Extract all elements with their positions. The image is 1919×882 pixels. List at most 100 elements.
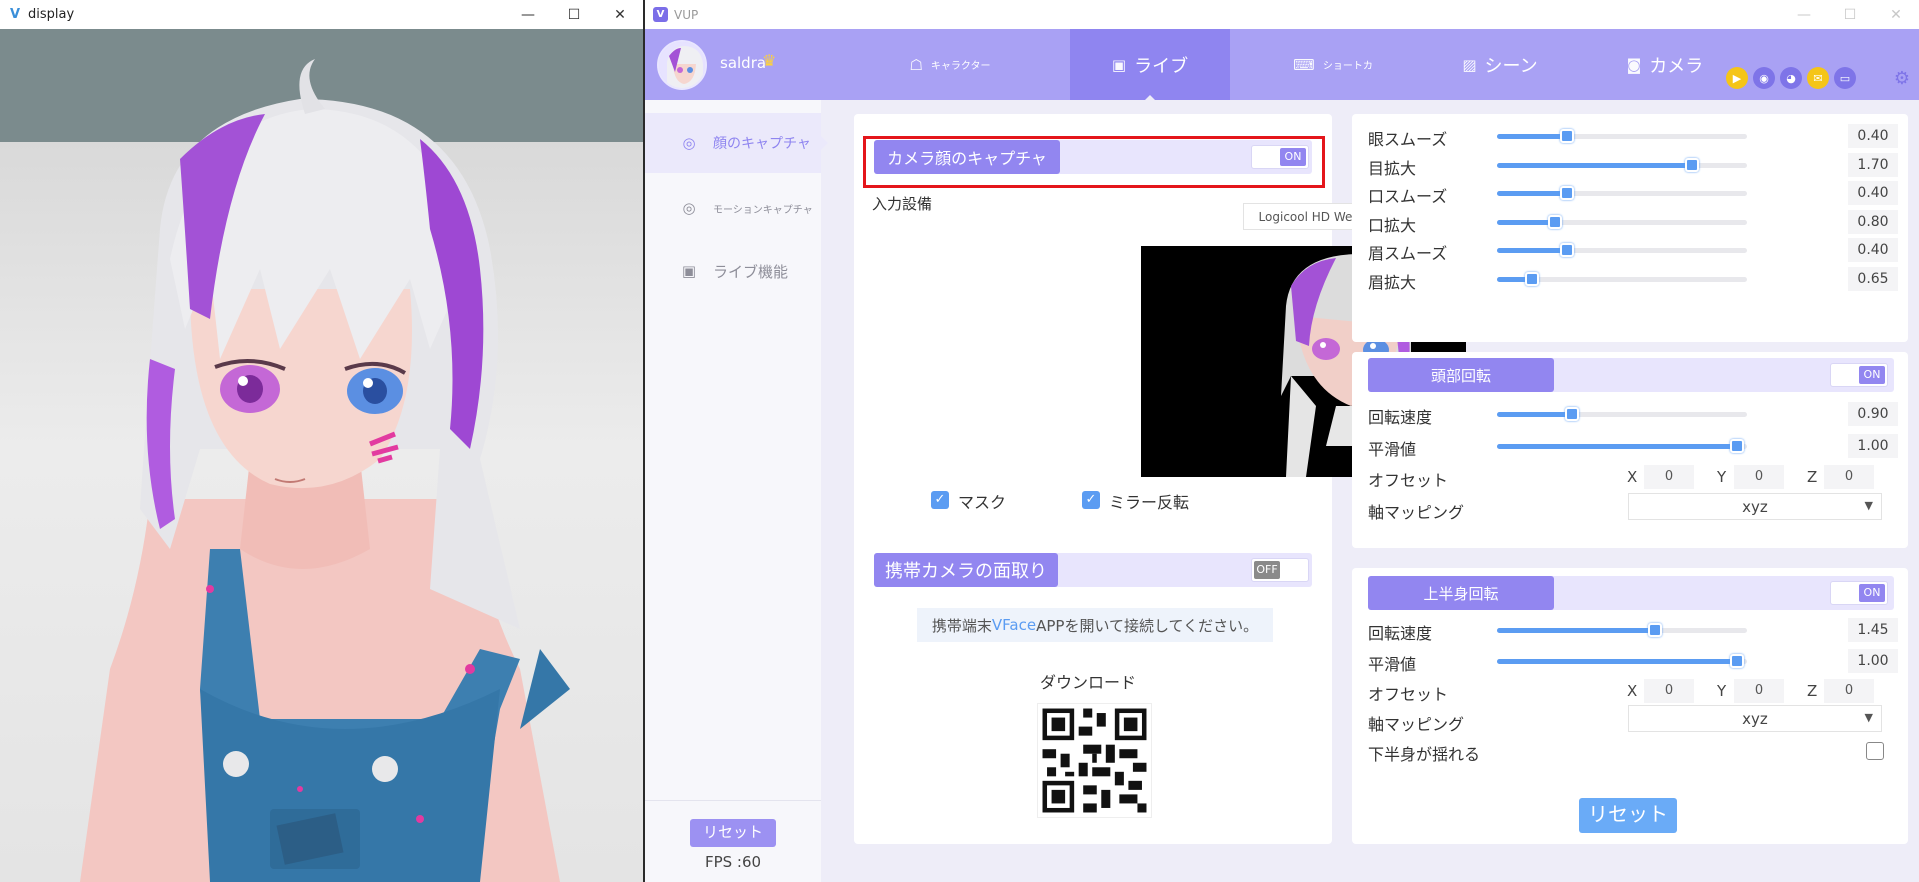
settings-icon[interactable]: ⚙ — [1891, 67, 1913, 89]
slider-track[interactable] — [1497, 623, 1747, 637]
axis-mapping-select[interactable]: xyz ▼ — [1628, 493, 1882, 520]
slider-track[interactable] — [1497, 654, 1747, 668]
slider-fill — [1497, 412, 1572, 417]
offset-z-input[interactable]: 0 — [1824, 679, 1874, 703]
slider-label: 目拡大 — [1368, 159, 1417, 178]
tab-scene[interactable]: ▨ シーン — [1435, 29, 1565, 100]
slider-thumb[interactable] — [1560, 243, 1574, 257]
slider-thumb[interactable] — [1565, 407, 1579, 421]
chevron-down-icon: ▼ — [1864, 711, 1873, 724]
offset-z-input[interactable]: 0 — [1824, 465, 1874, 489]
sidebar-item-motion-capture[interactable]: ◎ モーションキャプチャ — [645, 178, 821, 238]
face-parameters-panel: 眼スムーズ 0.40 目拡大 1.70 口スムーズ 0.40 口拡大 0.80 … — [1352, 114, 1908, 342]
user-avatar[interactable] — [657, 40, 707, 90]
toggle-knob: ON — [1859, 584, 1885, 602]
mail-icon[interactable]: ✉ — [1807, 67, 1829, 89]
maximize-button[interactable]: ☐ — [551, 0, 597, 29]
slider-value[interactable]: 0.90 — [1848, 402, 1898, 426]
mobile-capture-bar: 携帯カメラの面取り OFF — [874, 553, 1312, 587]
rotation-reset-button[interactable]: リセット — [1579, 798, 1677, 833]
slider-fill — [1497, 659, 1737, 664]
slider-value[interactable]: 0.40 — [1848, 181, 1898, 205]
mask-checkbox[interactable]: ✓ — [931, 491, 949, 509]
slider-value[interactable]: 1.45 — [1848, 618, 1898, 642]
head-rotation-toggle[interactable]: ON — [1830, 363, 1888, 387]
slider-track[interactable] — [1497, 215, 1747, 229]
slider-track[interactable] — [1497, 186, 1747, 200]
vup-titlebar[interactable]: V VUP — ☐ ✕ — [645, 0, 1919, 29]
mobile-capture-toggle[interactable]: OFF — [1251, 558, 1309, 582]
slider-value[interactable]: 1.70 — [1848, 153, 1898, 177]
discord-icon[interactable]: ◉ — [1753, 67, 1775, 89]
vup-maximize-button[interactable]: ☐ — [1827, 0, 1873, 29]
lower-body-row: 下半身が揺れる — [1368, 739, 1898, 764]
slider-thumb[interactable] — [1560, 129, 1574, 143]
sidebar-item-face-capture[interactable]: ◎ 顔のキャプチャ — [645, 113, 828, 173]
download-qr-code[interactable] — [1037, 703, 1152, 818]
slider-thumb[interactable] — [1685, 158, 1699, 172]
slider-thumb[interactable] — [1560, 186, 1574, 200]
tab-live[interactable]: ▣ ライブ — [1070, 29, 1230, 101]
slider-track[interactable] — [1497, 439, 1747, 453]
slider-track[interactable] — [1497, 272, 1747, 286]
slider-fill — [1497, 248, 1567, 253]
live-icon: ▣ — [1111, 55, 1127, 74]
slider-track[interactable] — [1497, 158, 1747, 172]
vface-notice: 携帯端末 VFace APPを開いて接続してください。 — [917, 608, 1273, 642]
upper-body-rotation-bar: 上半身回転 ON — [1368, 576, 1894, 610]
slider-value[interactable]: 0.65 — [1848, 267, 1898, 291]
slider-thumb[interactable] — [1730, 439, 1744, 453]
face-scan-icon: ◎ — [682, 134, 696, 152]
minimize-button[interactable]: — — [505, 0, 551, 29]
slider-thumb[interactable] — [1730, 654, 1744, 668]
sidebar-reset-button[interactable]: リセット — [690, 819, 776, 847]
display-window: V display — ☐ ✕ — [0, 0, 643, 882]
slider-thumb[interactable] — [1525, 272, 1539, 286]
slider-value[interactable]: 0.40 — [1848, 124, 1898, 148]
qq-icon[interactable]: ◕ — [1780, 67, 1802, 89]
offset-y-input[interactable]: 0 — [1734, 679, 1784, 703]
slider-thumb[interactable] — [1647, 623, 1662, 637]
tab-character[interactable]: ☖ キャラクター — [890, 29, 1010, 100]
slider-value[interactable]: 1.00 — [1848, 434, 1898, 458]
offset-x-input[interactable]: 0 — [1644, 679, 1694, 703]
slider-track[interactable] — [1497, 243, 1747, 257]
youtube-icon[interactable]: ▶ — [1726, 67, 1748, 89]
chevron-down-icon: ▼ — [1864, 499, 1873, 512]
tab-scene-label: シーン — [1484, 55, 1538, 77]
offset-y-input[interactable]: 0 — [1734, 465, 1784, 489]
upper-body-rotation-label: 上半身回転 — [1368, 576, 1554, 610]
slider-track[interactable] — [1497, 407, 1747, 421]
tab-shortcut[interactable]: ⌨ ショートカ — [1273, 29, 1393, 100]
slider-label: 眼スムーズ — [1368, 130, 1448, 149]
sidebar-divider — [645, 800, 821, 801]
avatar-render-view[interactable] — [0, 29, 643, 882]
slider-thumb[interactable] — [1547, 215, 1562, 229]
slider-value[interactable]: 0.80 — [1848, 210, 1898, 234]
slider-fill — [1497, 191, 1567, 196]
tab-camera[interactable]: ◙ カメラ — [1595, 29, 1735, 100]
offset-z-label: Z — [1807, 682, 1818, 700]
lower-body-sway-checkbox[interactable] — [1866, 742, 1884, 760]
axis-mapping-select[interactable]: xyz ▼ — [1628, 705, 1882, 732]
slider-row: 目拡大 1.70 — [1368, 153, 1898, 178]
fps-readout: FPS :60 — [704, 853, 762, 871]
slider-value[interactable]: 0.40 — [1848, 238, 1898, 262]
vface-link[interactable]: VFace — [992, 616, 1036, 634]
camera-icon: ◙ — [1626, 55, 1642, 74]
vup-close-button[interactable]: ✕ — [1873, 0, 1919, 29]
sidebar-item-label: ライブ機能 — [713, 262, 789, 281]
mirror-checkbox[interactable]: ✓ — [1082, 491, 1100, 509]
close-button[interactable]: ✕ — [597, 0, 643, 29]
offset-x-input[interactable]: 0 — [1644, 465, 1694, 489]
slider-value[interactable]: 1.00 — [1848, 649, 1898, 673]
sidebar-item-live-function[interactable]: ▣ ライブ機能 — [645, 241, 821, 301]
slider-track[interactable] — [1497, 129, 1747, 143]
vup-minimize-button[interactable]: — — [1781, 0, 1827, 29]
upper-body-rotation-toggle[interactable]: ON — [1830, 581, 1888, 605]
display-titlebar[interactable]: V display — ☐ ✕ — [0, 0, 643, 29]
app-body: ◎ 顔のキャプチャ ◎ モーションキャプチャ ▣ ライブ機能 リセット FPS … — [645, 100, 1919, 882]
slider-fill — [1497, 134, 1567, 139]
bilibili-icon[interactable]: ▭ — [1834, 67, 1856, 89]
highlight-annotation — [863, 136, 1325, 188]
